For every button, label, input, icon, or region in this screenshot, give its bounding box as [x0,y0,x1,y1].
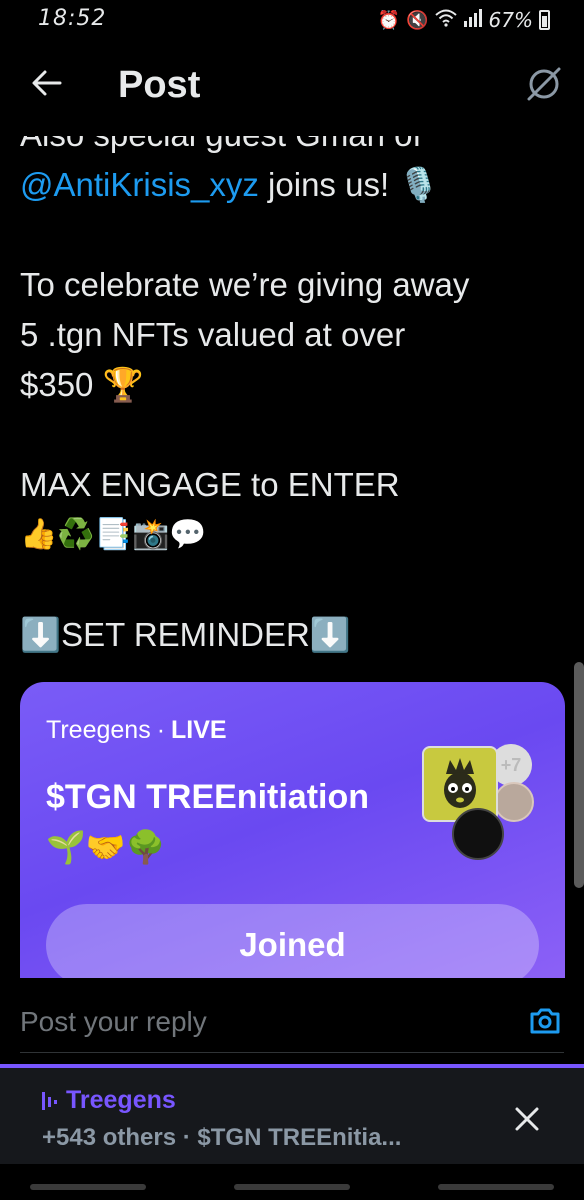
wifi-icon [434,9,457,32]
top-app-bar: Post [0,40,584,136]
signal-icon [463,8,483,32]
space-card[interactable]: Treegens · LIVE $TGN TREEnitiation 🌱🤝🌳 +… [20,682,565,1002]
tweet-text: Also special guest Gman of @AntiKrisis_x… [20,110,570,660]
alarm-icon: ⏰ [377,9,401,30]
space-title: $TGN TREEnitiation [46,778,369,816]
tweet-line-text: joins us! 🎙️ [258,166,440,203]
status-icons: ⏰ 🔇 67% [378,8,550,32]
divider [20,1052,564,1053]
nav-home-button[interactable] [234,1184,350,1190]
system-nav-bar [0,1164,584,1200]
back-arrow-icon[interactable] [30,66,64,100]
tweet-emoji-line: 👍♻️📑📸💬 [20,517,207,552]
tweet-line: MAX ENGAGE to ENTER [20,466,400,503]
space-dock[interactable]: Treegens +543 others · $TGN TREEnitia... [0,1064,584,1164]
grok-icon[interactable] [524,64,564,104]
tweet-line: $350 🏆 [20,366,144,403]
camera-icon[interactable] [528,1004,562,1038]
page-title: Post [118,64,201,106]
nav-recents-button[interactable] [30,1184,146,1190]
space-host-name: Treegens [46,716,151,744]
reply-composer: Post your reply [0,978,584,1064]
battery-percent: 67% [488,8,533,32]
joined-button[interactable]: Joined [46,904,539,986]
mute-icon: 🔇 [406,9,429,30]
status-time: 18:52 [38,6,107,31]
tweet-line: To celebrate we’re giving away [20,266,470,303]
nav-back-button[interactable] [438,1184,554,1190]
space-dock-subtitle: +543 others · $TGN TREEnitia... [42,1124,402,1151]
space-title-emojis: 🌱🤝🌳 [46,829,166,865]
audio-bars-icon [42,1092,57,1110]
space-host-row: Treegens · LIVE [46,716,227,745]
space-dock-title: Treegens [66,1086,176,1114]
status-bar: 18:52 ⏰ 🔇 67% [0,0,584,40]
tweet-line: @AntiKrisis_xyz joins us! 🎙️ [20,160,570,210]
scrollbar-thumb[interactable] [574,662,584,888]
close-icon[interactable] [514,1106,540,1132]
participant-avatar [494,782,534,822]
participant-avatar [452,808,504,860]
battery-icon [539,10,550,30]
reply-input[interactable]: Post your reply [20,1006,207,1038]
tweet-line: 5 .tgn NFTs valued at over [20,316,406,353]
mention-link[interactable]: @AntiKrisis_xyz [20,166,259,203]
separator-dot: · [156,716,166,744]
live-badge: LIVE [171,716,227,744]
tweet-line: ⬇️SET REMINDER⬇️ [20,616,351,653]
